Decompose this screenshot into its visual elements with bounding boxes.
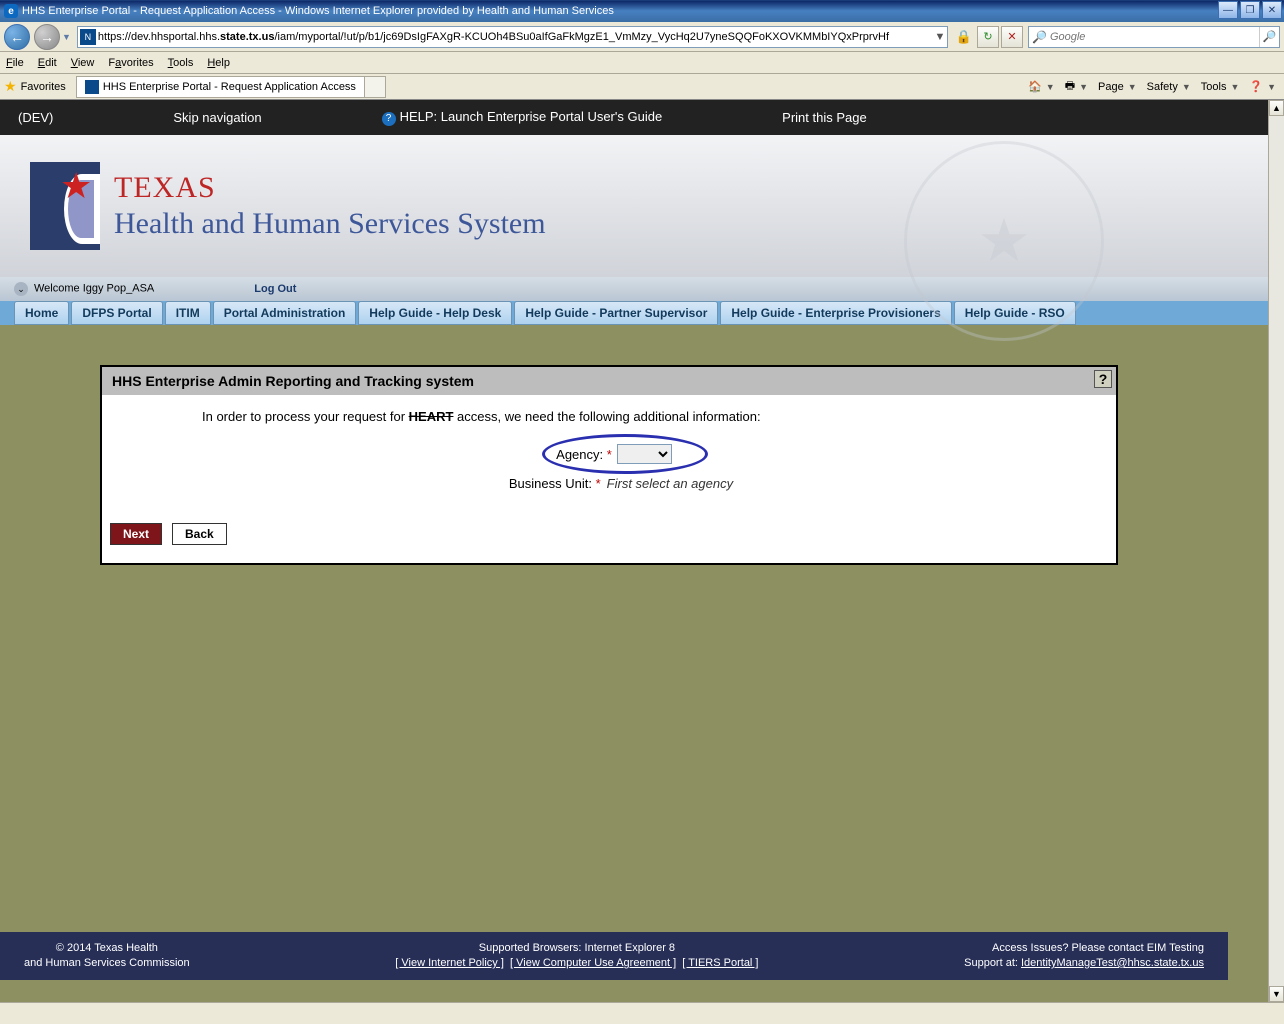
site-icon: N xyxy=(80,29,96,45)
logout-link[interactable]: Log Out xyxy=(254,283,296,295)
agency-label: Agency: * xyxy=(556,447,612,462)
favorites-label[interactable]: Favorites xyxy=(21,81,66,93)
request-panel: HHS Enterprise Admin Reporting and Track… xyxy=(100,365,1118,565)
nav-tab-itim[interactable]: ITIM xyxy=(165,301,211,325)
nav-tab-partner-supervisor[interactable]: Help Guide - Partner Supervisor xyxy=(514,301,718,325)
agency-highlight: Agency: * xyxy=(542,438,700,470)
menu-view[interactable]: View xyxy=(71,57,95,69)
business-unit-hint: First select an agency xyxy=(607,476,733,491)
footer-issues: Access Issues? Please contact EIM Testin… xyxy=(964,941,1204,956)
print-button[interactable]: 🖶▼ xyxy=(1061,77,1092,96)
maximize-button[interactable]: ❐ xyxy=(1240,1,1260,19)
portal-header: TEXAS Health and Human Services System ★ xyxy=(0,135,1284,277)
footer-copyright: © 2014 Texas Health and Human Services C… xyxy=(24,941,190,972)
nav-history-dropdown[interactable]: ▼ xyxy=(62,32,71,42)
viewport: (DEV) Skip navigation ?HELP: Launch Ente… xyxy=(0,100,1284,1002)
search-input[interactable] xyxy=(1050,31,1259,43)
menu-edit[interactable]: Edit xyxy=(38,57,57,69)
ie-icon: e xyxy=(4,4,18,18)
footer-support-email[interactable]: IdentityManageTest@hhsc.state.tx.us xyxy=(1021,957,1204,969)
browser-tab-active[interactable]: HHS Enterprise Portal - Request Applicat… xyxy=(76,76,365,98)
back-button-form[interactable]: Back xyxy=(172,523,227,545)
command-bar: ★ Favorites HHS Enterprise Portal - Requ… xyxy=(0,74,1284,100)
url-text: https://dev.hhsportal.hhs.state.tx.us/ia… xyxy=(98,31,933,43)
stop-button[interactable]: ✕ xyxy=(1001,26,1023,48)
help-button[interactable]: ❓▼ xyxy=(1245,80,1280,93)
help-link[interactable]: ?HELP: Launch Enterprise Portal User's G… xyxy=(382,109,663,126)
skip-navigation-link[interactable]: Skip navigation xyxy=(173,110,261,125)
menu-help[interactable]: Help xyxy=(207,57,230,69)
scroll-up-button[interactable]: ▲ xyxy=(1269,100,1284,116)
menu-favorites[interactable]: Favorites xyxy=(108,57,153,69)
agency-select[interactable] xyxy=(617,444,672,464)
new-tab-button[interactable] xyxy=(364,76,386,98)
home-button[interactable]: 🏠▼ xyxy=(1024,80,1059,93)
address-bar[interactable]: N https://dev.hhsportal.hhs.state.tx.us/… xyxy=(77,26,948,48)
vertical-scrollbar[interactable]: ▲ ▼ xyxy=(1268,100,1284,1002)
nav-toolbar: ← → ▼ N https://dev.hhsportal.hhs.state.… xyxy=(0,22,1284,52)
back-button[interactable]: ← xyxy=(4,24,30,50)
brand-line2: Health and Human Services System xyxy=(114,207,546,241)
welcome-text: Welcome Iggy Pop_ASA xyxy=(34,283,154,295)
nav-tab-dfps[interactable]: DFPS Portal xyxy=(71,301,162,325)
minimize-button[interactable]: — xyxy=(1218,1,1238,19)
portal-utility-bar: (DEV) Skip navigation ?HELP: Launch Ente… xyxy=(0,100,1284,135)
tools-menu[interactable]: Tools▼ xyxy=(1197,81,1244,93)
panel-help-button[interactable]: ? xyxy=(1094,370,1112,388)
tab-title: HHS Enterprise Portal - Request Applicat… xyxy=(103,81,356,93)
address-dropdown[interactable]: ▼ xyxy=(933,31,947,43)
page-menu[interactable]: Page▼ xyxy=(1094,81,1141,93)
window-title: HHS Enterprise Portal - Request Applicat… xyxy=(22,5,614,17)
footer-internet-policy-link[interactable]: [ View Internet Policy ] xyxy=(395,957,504,969)
scroll-down-button[interactable]: ▼ xyxy=(1269,986,1284,1002)
print-page-link[interactable]: Print this Page xyxy=(782,110,867,125)
nav-tab-help-desk[interactable]: Help Guide - Help Desk xyxy=(358,301,512,325)
intro-text: In order to process your request for HEA… xyxy=(202,409,1100,424)
main-nav: Home DFPS Portal ITIM Portal Administrat… xyxy=(0,301,1284,325)
forward-button[interactable]: → xyxy=(34,24,60,50)
content-area: HHS Enterprise Admin Reporting and Track… xyxy=(0,325,1284,954)
next-button[interactable]: Next xyxy=(110,523,162,545)
texas-logo-icon xyxy=(30,162,100,250)
panel-header: HHS Enterprise Admin Reporting and Track… xyxy=(102,367,1116,395)
brand-line1: TEXAS xyxy=(114,171,546,205)
tab-favicon xyxy=(85,80,99,94)
status-bar xyxy=(0,1002,1284,1024)
search-box[interactable]: 🔎 🔎 xyxy=(1028,26,1280,48)
window-titlebar: e HHS Enterprise Portal - Request Applic… xyxy=(0,0,1284,22)
favorites-star-icon[interactable]: ★ xyxy=(4,78,17,95)
search-icon: 🔎 xyxy=(1032,30,1047,44)
business-unit-label: Business Unit: * xyxy=(509,476,601,491)
nav-tab-home[interactable]: Home xyxy=(14,301,69,325)
nav-tab-portal-admin[interactable]: Portal Administration xyxy=(213,301,357,325)
menu-bar: File Edit View Favorites Tools Help xyxy=(0,52,1284,74)
footer-computer-use-link[interactable]: [ View Computer Use Agreement ] xyxy=(510,957,676,969)
env-label: (DEV) xyxy=(18,110,53,125)
menu-tools[interactable]: Tools xyxy=(168,57,194,69)
menu-file[interactable]: File xyxy=(6,57,24,69)
state-seal-icon: ★ xyxy=(904,141,1104,341)
nav-tab-enterprise-provisioners[interactable]: Help Guide - Enterprise Provisioners xyxy=(720,301,951,325)
help-icon: ? xyxy=(382,112,396,126)
refresh-button[interactable]: ↻ xyxy=(977,26,999,48)
safety-menu[interactable]: Safety▼ xyxy=(1143,81,1195,93)
portal-footer: © 2014 Texas Health and Human Services C… xyxy=(0,932,1228,980)
close-button[interactable]: ✕ xyxy=(1262,1,1282,19)
search-go-button[interactable]: 🔎 xyxy=(1259,27,1279,47)
user-chevron-icon[interactable]: ⌄ xyxy=(14,282,28,296)
footer-tiers-link[interactable]: [ TIERS Portal ] xyxy=(682,957,758,969)
panel-title: HHS Enterprise Admin Reporting and Track… xyxy=(112,373,474,389)
footer-browsers: Supported Browsers: Internet Explorer 8 xyxy=(395,941,758,956)
logo-block: TEXAS Health and Human Services System xyxy=(30,162,546,250)
lock-icon: 🔒 xyxy=(956,29,972,45)
